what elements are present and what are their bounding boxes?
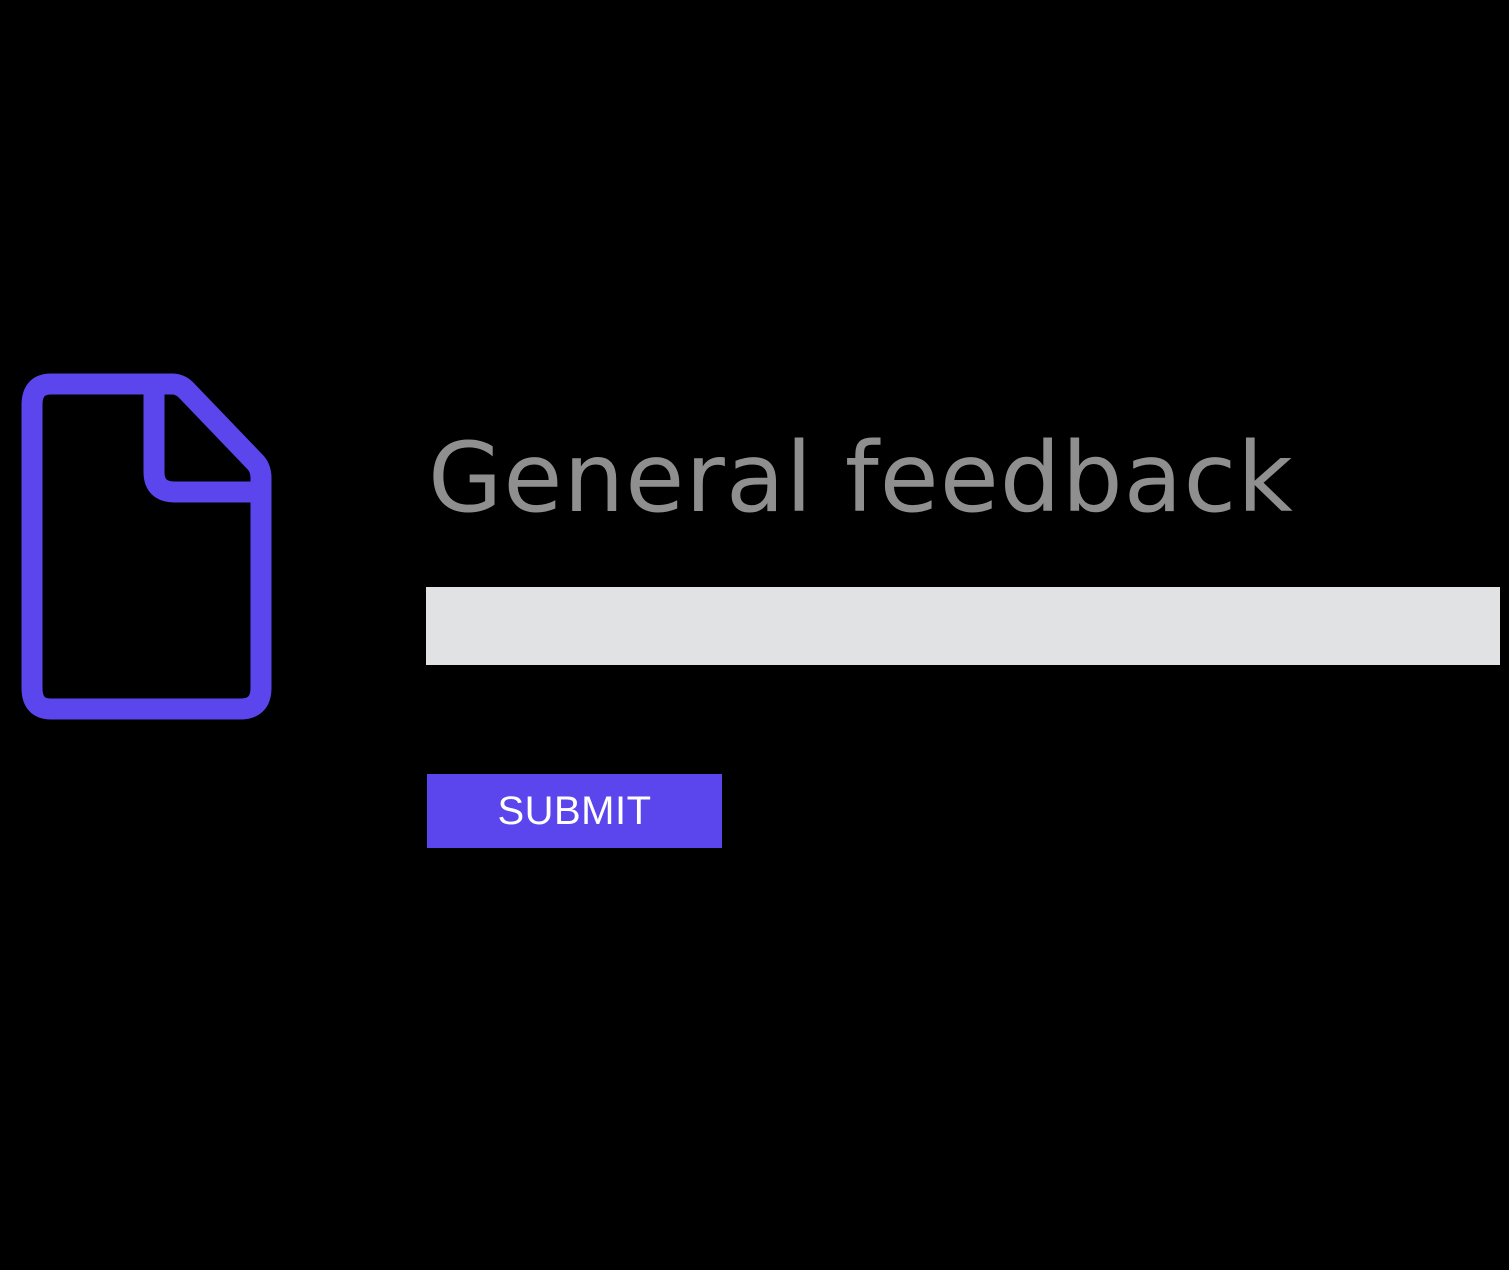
feedback-input[interactable] — [426, 587, 1500, 665]
document-icon — [10, 372, 274, 722]
page-title: General feedback — [428, 422, 1294, 534]
submit-button[interactable]: SUBMIT — [427, 774, 722, 848]
